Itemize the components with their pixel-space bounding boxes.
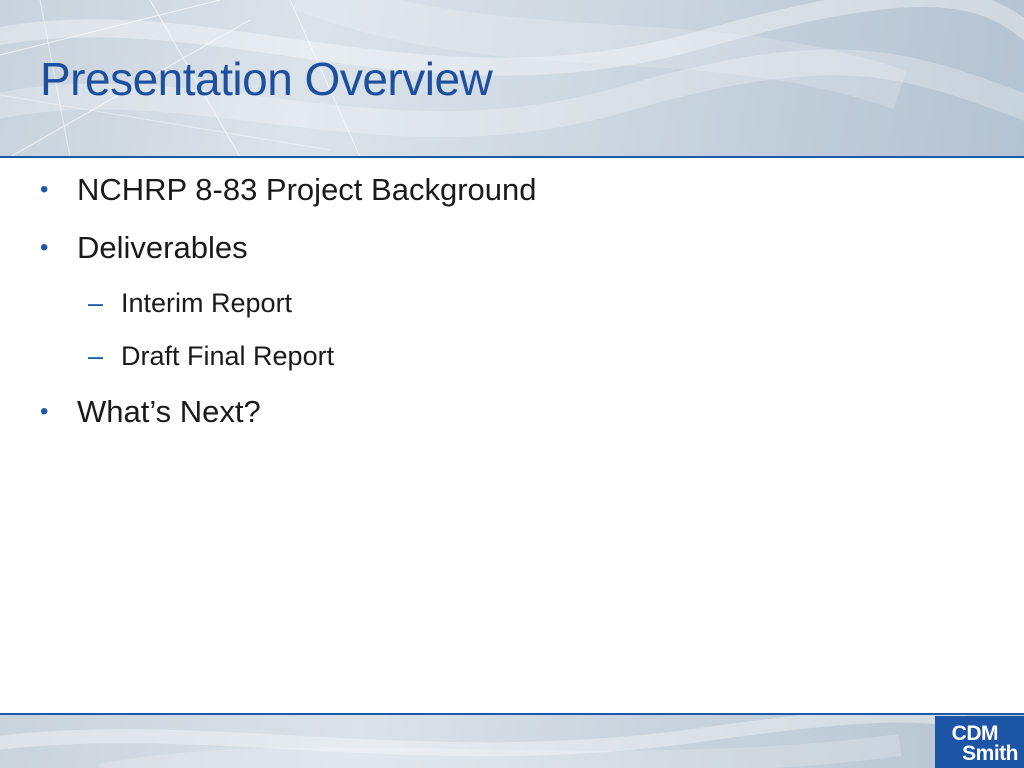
sub-bullet-text: Draft Final Report bbox=[121, 341, 335, 371]
bullet-item: • NCHRP 8-83 Project Background bbox=[40, 172, 536, 208]
cdm-smith-logo: CDM Smith bbox=[935, 716, 1024, 768]
bullet-item: • Deliverables bbox=[40, 230, 248, 266]
bullet-text: NCHRP 8-83 Project Background bbox=[77, 172, 537, 207]
bullet-item: • What’s Next? bbox=[40, 394, 261, 430]
logo-text-smith: Smith bbox=[962, 742, 1018, 765]
slide: Presentation Overview • NCHRP 8-83 Projec… bbox=[0, 0, 1024, 768]
header-divider bbox=[0, 156, 1024, 158]
sub-bullet-text: Interim Report bbox=[121, 288, 293, 318]
bullet-dot-icon: • bbox=[40, 176, 49, 203]
bullet-text: What’s Next? bbox=[77, 394, 261, 429]
sub-bullet-item: – Draft Final Report bbox=[88, 341, 334, 372]
bullet-dot-icon: • bbox=[40, 234, 49, 261]
dash-icon: – bbox=[88, 288, 104, 318]
footer-decoration bbox=[0, 715, 1024, 768]
bullet-dot-icon: • bbox=[40, 398, 49, 425]
sub-bullet-item: – Interim Report bbox=[88, 288, 292, 319]
dash-icon: – bbox=[88, 341, 104, 371]
bullet-text: Deliverables bbox=[77, 230, 248, 265]
footer-swoosh-graphic bbox=[0, 715, 1024, 768]
slide-title: Presentation Overview bbox=[40, 53, 493, 105]
logo-text-cdm: CDM bbox=[951, 722, 999, 745]
